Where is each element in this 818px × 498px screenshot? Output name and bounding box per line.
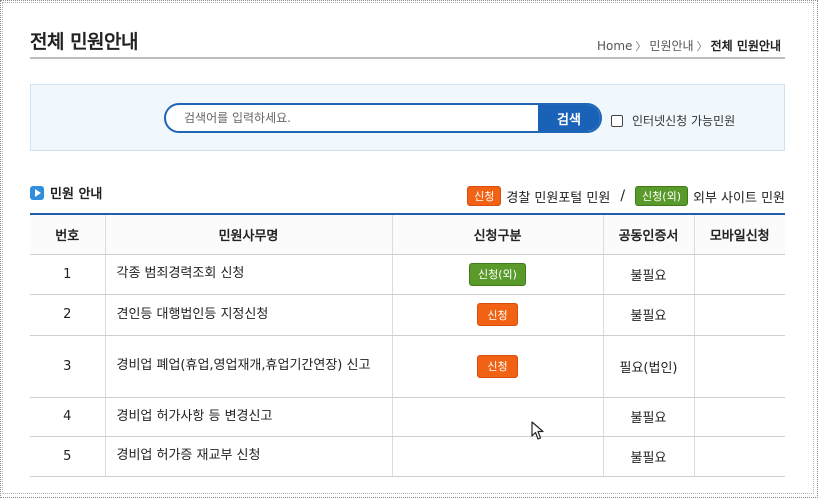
col-header-mobile: 모바일신청	[693, 214, 785, 255]
certificate-cell: 불필요	[602, 436, 694, 477]
section-title: 민원 안내	[30, 183, 102, 202]
col-header-apply-type: 신청구분	[391, 214, 603, 255]
table-row: 1 각종 범죄경력조회 신청 신청(외) 불필요	[30, 254, 785, 295]
legend-separator: /	[620, 188, 626, 204]
service-name-link[interactable]: 경비업 폐업(휴업,영업재개,휴업기간연장) 신고	[104, 335, 392, 398]
online-only-checkbox[interactable]	[611, 114, 623, 127]
apply-portal-button[interactable]: 신청	[477, 303, 518, 326]
search-button[interactable]: 검색	[538, 105, 600, 131]
mobile-cell	[693, 335, 785, 398]
table-row: 4 경비업 허가사항 등 변경신고 불필요	[30, 397, 785, 437]
mobile-cell	[693, 436, 785, 477]
search-field: 검색	[164, 103, 602, 133]
play-icon	[30, 185, 44, 200]
legend-portal-label: 경찰 민원포털 민원	[506, 190, 611, 206]
apply-cell	[391, 397, 603, 437]
apply-cell: 신청	[391, 294, 603, 336]
breadcrumb-chevron-icon: 〉	[696, 39, 708, 53]
breadcrumb-current: 전체 민원안내	[710, 39, 781, 53]
legend-external-badge: 신청(외)	[635, 186, 688, 206]
service-name-link[interactable]: 견인등 대행법인등 지정신청	[104, 294, 392, 336]
table-header-row: 번호 민원사무명 신청구분 공동인증서 모바일신청	[30, 214, 785, 255]
certificate-cell: 필요(법인)	[602, 335, 694, 398]
service-name-link[interactable]: 경비업 허가증 재교부 신청	[104, 436, 392, 477]
apply-cell: 신청(외)	[391, 254, 603, 295]
breadcrumb-chevron-icon: 〉	[635, 39, 647, 53]
breadcrumb-home[interactable]: Home	[597, 39, 632, 53]
certificate-cell: 불필요	[602, 294, 694, 336]
page-title: 전체 민원안내	[30, 31, 139, 53]
table-row: 5 경비업 허가증 재교부 신청 불필요	[30, 436, 785, 477]
legend-external-label: 외부 사이트 민원	[693, 190, 785, 206]
certificate-cell: 불필요	[602, 397, 694, 437]
certificate-cell: 불필요	[602, 254, 694, 295]
service-name-link[interactable]: 각종 범죄경력조회 신청	[104, 254, 392, 295]
search-input[interactable]	[166, 105, 540, 131]
table-row: 3 경비업 폐업(휴업,영업재개,휴업기간연장) 신고 신청 필요(법인)	[30, 335, 785, 398]
col-header-service-name: 민원사무명	[104, 214, 392, 255]
section-title-text: 민원 안내	[50, 187, 103, 202]
mouse-pointer-icon	[531, 421, 544, 440]
apply-portal-button[interactable]: 신청	[477, 354, 518, 378]
row-number: 4	[30, 397, 105, 437]
apply-cell: 신청	[391, 335, 603, 398]
badge-legend: 신청 경찰 민원포털 민원 / 신청(외) 외부 사이트 민원	[467, 186, 785, 206]
row-number: 2	[30, 294, 105, 336]
mobile-cell	[693, 397, 785, 437]
civil-service-table: 번호 민원사무명 신청구분 공동인증서 모바일신청 1 각종 범죄경력조회 신청…	[30, 213, 785, 477]
apply-cell	[391, 436, 603, 477]
search-panel: 검색 인터넷신청 가능민원	[30, 84, 785, 151]
online-only-label: 인터넷신청 가능민원	[632, 114, 736, 128]
online-only-filter[interactable]: 인터넷신청 가능민원	[611, 112, 735, 129]
col-header-number: 번호	[30, 214, 105, 255]
apply-external-button[interactable]: 신청(외)	[469, 262, 526, 286]
col-header-certificate: 공동인증서	[602, 214, 694, 255]
breadcrumb: Home 〉 민원안내 〉 전체 민원안내	[597, 37, 781, 54]
row-number: 5	[30, 436, 105, 477]
service-name-link[interactable]: 경비업 허가사항 등 변경신고	[104, 397, 392, 437]
row-number: 1	[30, 254, 105, 295]
legend-portal-badge: 신청	[467, 186, 502, 206]
title-divider	[30, 57, 785, 59]
table-row: 2 견인등 대행법인등 지정신청 신청 불필요	[30, 294, 785, 336]
mobile-cell	[693, 294, 785, 336]
breadcrumb-civil-guide[interactable]: 민원안내	[649, 37, 693, 54]
mobile-cell	[693, 254, 785, 295]
row-number: 3	[30, 335, 105, 398]
